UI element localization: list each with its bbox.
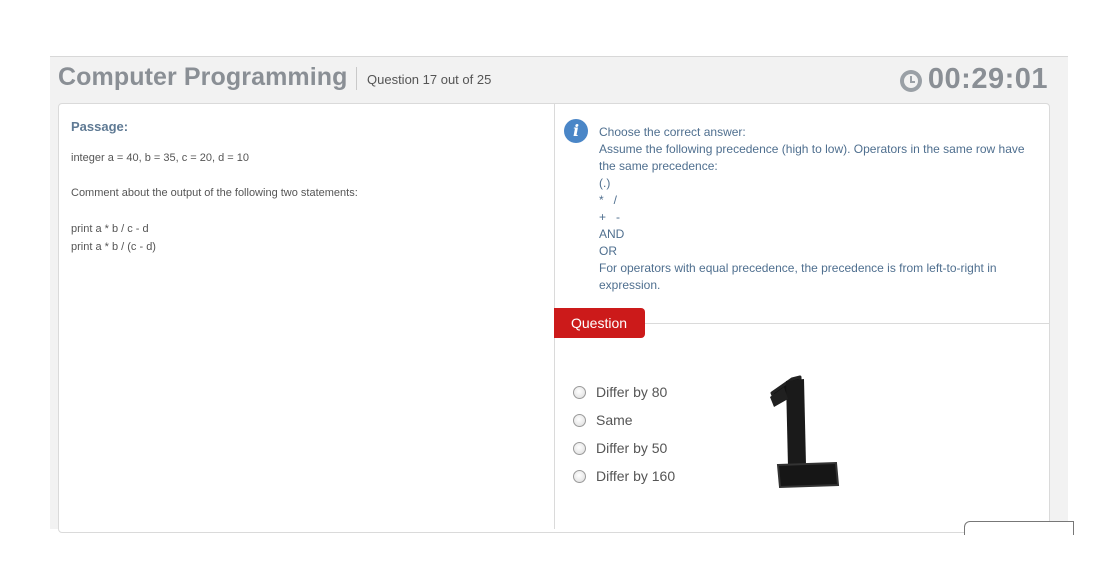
page-title: Computer Programming [58,63,348,91]
instruction-line: * / [599,193,618,207]
answer-option[interactable]: Differ by 160 [573,462,675,490]
tab-question[interactable]: Question [554,308,645,338]
answer-option[interactable]: Differ by 50 [573,434,675,462]
radio-button[interactable] [573,441,586,455]
passage-line: print a * b / c - d [71,223,149,235]
answer-option[interactable]: Differ by 80 [573,378,675,406]
instruction-line: For operators with equal precedence, the… [599,261,1000,292]
passage-label: Passage: [71,119,129,134]
question-counter: Question 17 out of 25 [367,72,492,87]
option-label: Differ by 80 [596,384,668,400]
option-label: Same [596,412,633,428]
passage-line: integer a = 40, b = 35, c = 20, d = 10 [71,152,249,164]
radio-button[interactable] [573,385,586,399]
instruction-line: AND [599,227,625,241]
instruction-line: Choose the correct answer: [599,125,746,139]
instruction-line: Assume the following precedence (high to… [599,142,1028,173]
radio-button[interactable] [573,469,586,483]
passage-line: print a * b / (c - d) [71,241,156,253]
instruction-line: OR [599,244,617,258]
radio-button[interactable] [573,413,586,427]
timer-display: 00:29:01 [899,63,1048,96]
answer-option[interactable]: Same [573,406,675,434]
title-separator [356,67,357,90]
instructions-text: Choose the correct answer: Assume the fo… [599,124,1039,294]
corner-widget[interactable] [964,521,1074,535]
instruction-line: + - [599,210,621,224]
info-icon: i [564,119,588,143]
clock-icon [899,70,922,92]
timer-value: 00:29:01 [927,63,1048,95]
answer-options: Differ by 80 Same Differ by 50 Differ by… [573,378,675,490]
instruction-line: (.) [599,176,611,190]
option-label: Differ by 50 [596,440,668,456]
handwritten-one-mark [770,375,840,489]
passage-line: Comment about the output of the followin… [71,187,358,199]
option-label: Differ by 160 [596,468,676,484]
